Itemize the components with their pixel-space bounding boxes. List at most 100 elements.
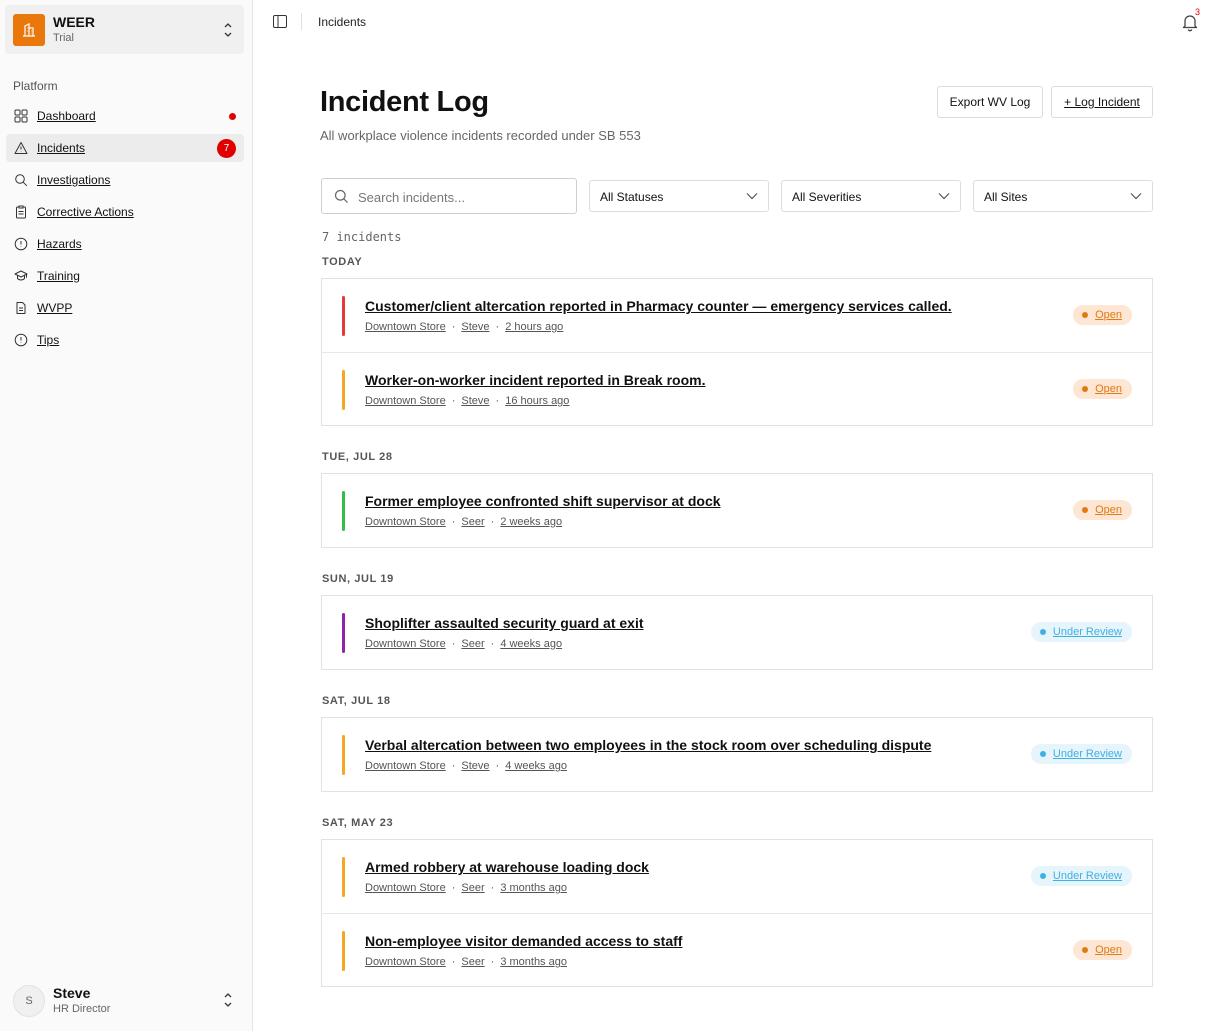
- breadcrumb: Incidents: [318, 15, 367, 29]
- incident-title[interactable]: Armed robbery at warehouse loading dock: [365, 859, 649, 875]
- incident-time[interactable]: 2 weeks ago: [500, 516, 562, 528]
- sidebar-item-label: Hazards: [37, 237, 82, 251]
- sidebar-item-wvpp[interactable]: WVPP: [6, 294, 244, 322]
- incident-site[interactable]: Downtown Store: [365, 760, 446, 772]
- incident-time[interactable]: 2 hours ago: [505, 321, 563, 333]
- status-badge[interactable]: Under Review: [1030, 622, 1132, 642]
- incident-reporter[interactable]: Steve: [461, 321, 489, 333]
- divider: [301, 13, 302, 30]
- sidebar-item-label: Training: [37, 269, 80, 283]
- sidebar-item-label: Incidents: [37, 141, 86, 155]
- incident-meta: Downtown Store · Steve · 4 weeks ago: [365, 760, 567, 772]
- group-date-label: TODAY: [322, 256, 363, 268]
- status-badge[interactable]: Open: [1073, 379, 1132, 399]
- group-date-label: SAT, MAY 23: [322, 817, 394, 829]
- severity-indicator: [342, 735, 345, 775]
- incident-title[interactable]: Former employee confronted shift supervi…: [365, 493, 721, 509]
- incident-row[interactable]: Non-employee visitor demanded access to …: [322, 913, 1152, 986]
- sidebar-item-training[interactable]: Training: [6, 262, 244, 290]
- severity-indicator: [342, 296, 345, 336]
- chevrons-up-down-icon: [224, 993, 232, 1007]
- incident-time[interactable]: 3 months ago: [500, 882, 567, 894]
- export-wv-log-button[interactable]: Export WV Log: [937, 86, 1043, 118]
- severity-filter-value: All Severities: [792, 190, 862, 204]
- incident-reporter[interactable]: Seer: [461, 638, 484, 650]
- sidebar-item-dashboard[interactable]: Dashboard: [6, 102, 244, 130]
- incident-reporter[interactable]: Seer: [461, 516, 484, 528]
- incident-title[interactable]: Worker-on-worker incident reported in Br…: [365, 372, 705, 388]
- severity-filter[interactable]: All Severities: [781, 180, 961, 212]
- user-name: Steve: [53, 985, 91, 1001]
- incidents-count-badge: 7: [217, 139, 236, 158]
- incident-meta: Downtown Store · Seer · 2 weeks ago: [365, 516, 563, 528]
- incident-reporter[interactable]: Seer: [461, 882, 484, 894]
- sidebar-item-label: Dashboard: [37, 109, 96, 123]
- incident-count: 7 incidents: [322, 230, 402, 244]
- incident-reporter[interactable]: Seer: [461, 956, 484, 968]
- status-badge[interactable]: Under Review: [1030, 866, 1132, 886]
- user-menu[interactable]: S Steve HR Director: [5, 977, 244, 1023]
- alert-circle-icon: [14, 333, 28, 347]
- document-icon: [16, 302, 26, 314]
- sidebar-item-label: Corrective Actions: [37, 205, 134, 219]
- incident-reporter[interactable]: Steve: [461, 760, 489, 772]
- incident-reporter[interactable]: Steve: [461, 395, 489, 407]
- incident-time[interactable]: 16 hours ago: [505, 395, 569, 407]
- top-bar: Incidents 3: [254, 0, 1208, 44]
- status-badge[interactable]: Open: [1073, 305, 1132, 325]
- incident-site[interactable]: Downtown Store: [365, 516, 446, 528]
- incident-site[interactable]: Downtown Store: [365, 882, 446, 894]
- incident-time[interactable]: 4 weeks ago: [500, 638, 562, 650]
- sidebar-item-tips[interactable]: Tips: [6, 326, 244, 354]
- incident-title[interactable]: Shoplifter assaulted security guard at e…: [365, 615, 644, 631]
- graduation-cap-icon: [14, 270, 28, 281]
- incident-site[interactable]: Downtown Store: [365, 395, 446, 407]
- incident-site[interactable]: Downtown Store: [365, 638, 446, 650]
- incident-row[interactable]: Customer/client altercation reported in …: [322, 279, 1152, 352]
- clipboard-icon: [16, 205, 26, 219]
- incident-title[interactable]: Verbal altercation between two employees…: [365, 737, 931, 753]
- notification-dot: [229, 113, 236, 120]
- status-badge[interactable]: Open: [1073, 500, 1132, 520]
- status-badge[interactable]: Open: [1073, 940, 1132, 960]
- grid-icon: [14, 109, 28, 123]
- org-switcher[interactable]: WEER Trial: [5, 5, 244, 54]
- search-input[interactable]: [358, 187, 568, 207]
- incident-time[interactable]: 4 weeks ago: [505, 760, 567, 772]
- sidebar-toggle-icon[interactable]: [273, 15, 287, 28]
- notification-count: 3: [1195, 7, 1201, 17]
- incident-row[interactable]: Shoplifter assaulted security guard at e…: [322, 596, 1152, 669]
- incident-group: Verbal altercation between two employees…: [321, 717, 1153, 792]
- incident-meta: Downtown Store · Seer · 3 months ago: [365, 882, 567, 894]
- sidebar-item-investigations[interactable]: Investigations: [6, 166, 244, 194]
- status-badge[interactable]: Under Review: [1030, 744, 1132, 764]
- incident-row[interactable]: Verbal altercation between two employees…: [322, 718, 1152, 791]
- sidebar-item-hazards[interactable]: Hazards: [6, 230, 244, 258]
- severity-indicator: [342, 931, 345, 971]
- incident-site[interactable]: Downtown Store: [365, 321, 446, 333]
- sidebar: WEER Trial Platform Dashboard Incidents …: [0, 0, 253, 1031]
- avatar: S: [13, 985, 45, 1017]
- incident-title[interactable]: Customer/client altercation reported in …: [365, 298, 952, 314]
- severity-indicator: [342, 370, 345, 410]
- incident-row[interactable]: Armed robbery at warehouse loading dock …: [322, 840, 1152, 913]
- site-filter-value: All Sites: [984, 190, 1028, 204]
- incident-row[interactable]: Worker-on-worker incident reported in Br…: [322, 352, 1152, 425]
- warning-icon: [14, 142, 28, 154]
- incident-row[interactable]: Former employee confronted shift supervi…: [322, 474, 1152, 547]
- incident-title[interactable]: Non-employee visitor demanded access to …: [365, 933, 682, 949]
- log-incident-button[interactable]: + Log Incident: [1051, 86, 1153, 118]
- sidebar-item-corrective-actions[interactable]: Corrective Actions: [6, 198, 244, 226]
- incident-time[interactable]: 3 months ago: [500, 956, 567, 968]
- incident-group: Former employee confronted shift supervi…: [321, 473, 1153, 548]
- alert-circle-icon: [14, 237, 28, 251]
- incident-site[interactable]: Downtown Store: [365, 956, 446, 968]
- site-filter[interactable]: All Sites: [973, 180, 1153, 212]
- status-filter-value: All Statuses: [600, 190, 664, 204]
- group-date-label: SUN, JUL 19: [322, 573, 394, 585]
- incident-group: Customer/client altercation reported in …: [321, 278, 1153, 426]
- chevron-down-icon: [1130, 193, 1142, 200]
- status-filter[interactable]: All Statuses: [589, 180, 769, 212]
- incident-group: Shoplifter assaulted security guard at e…: [321, 595, 1153, 670]
- sidebar-item-incidents[interactable]: Incidents 7: [6, 134, 244, 162]
